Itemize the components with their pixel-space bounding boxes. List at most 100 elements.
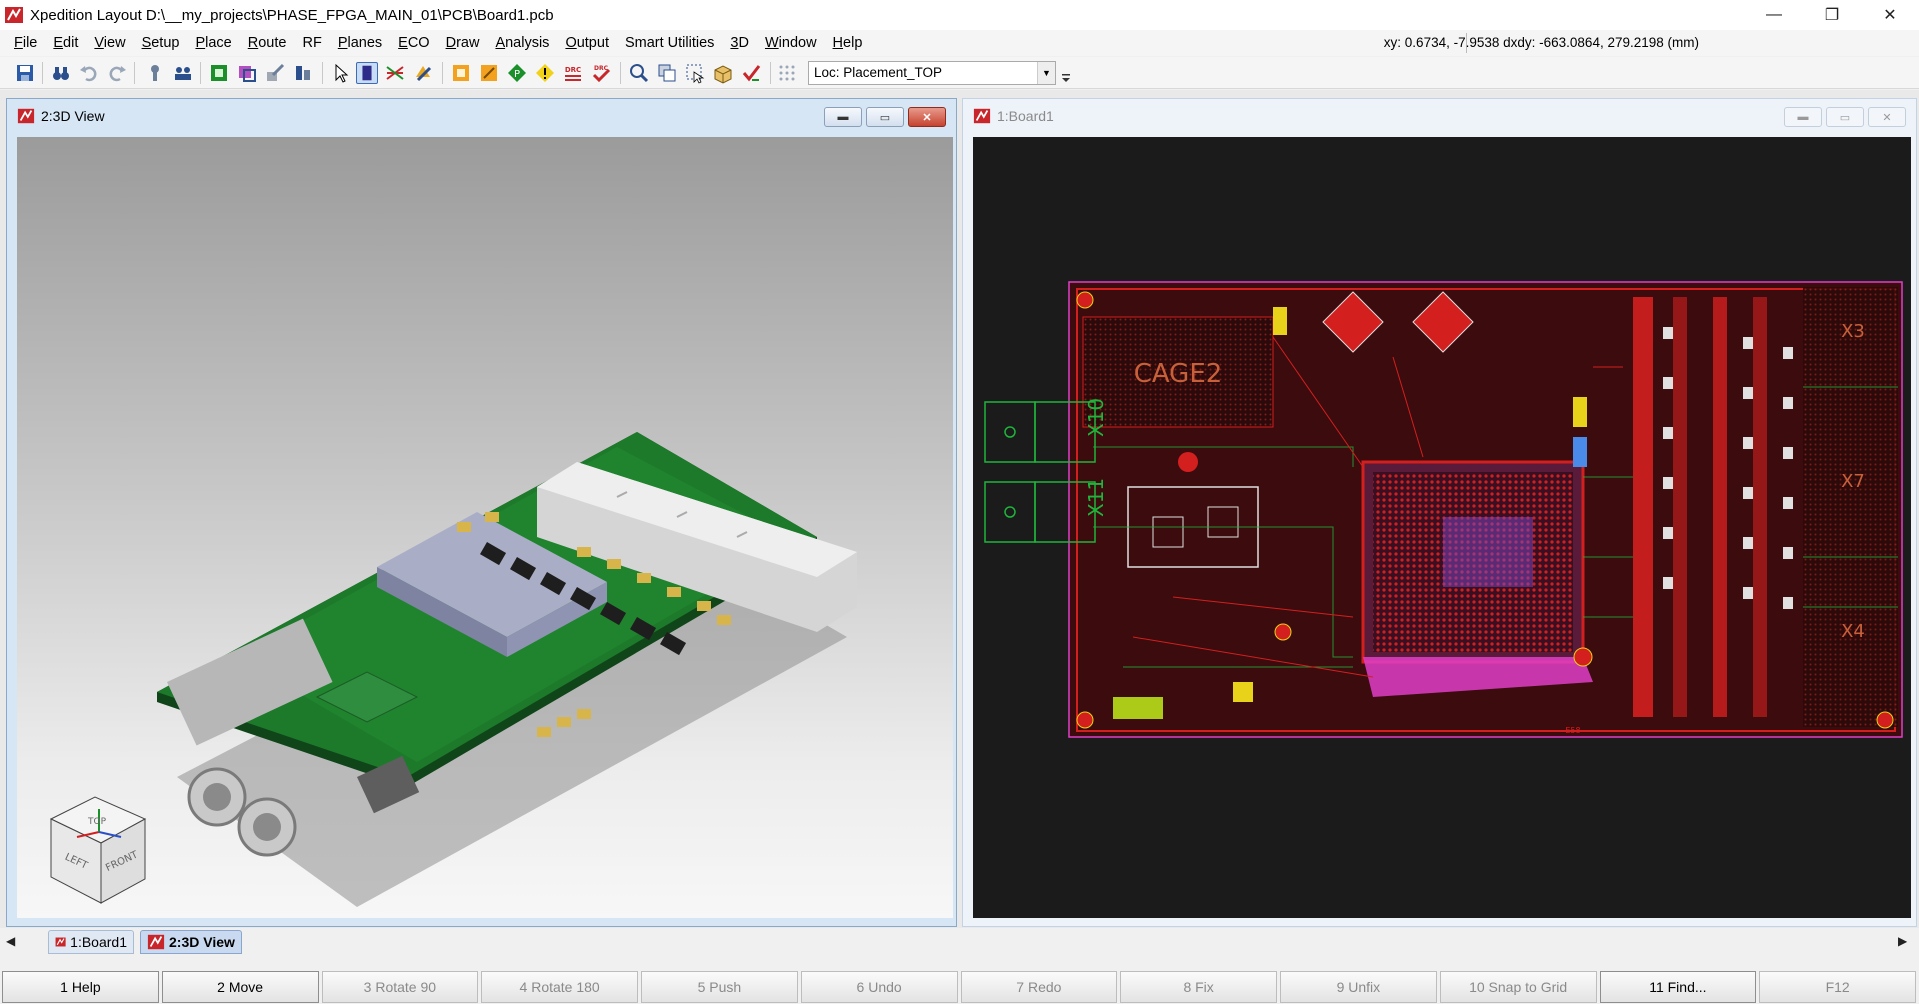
diamond-green-icon[interactable]: P [506, 62, 528, 84]
fkey-rotate90-button[interactable]: 3 Rotate 90 [321, 971, 479, 1003]
x4-label: X4 [1841, 621, 1865, 642]
x10-label: X10 [1084, 398, 1108, 437]
tabs-scroll-right-icon[interactable]: ▶ [1898, 934, 1907, 948]
toolbar-overflow-icon[interactable] [1060, 62, 1072, 84]
save-icon[interactable] [14, 62, 36, 84]
fkey-push-button[interactable]: 5 Push [641, 971, 798, 1003]
view3d-minimize-button[interactable]: ▬ [824, 107, 862, 127]
fkey-snap-to-grid-button[interactable]: 10 Snap to Grid [1439, 971, 1597, 1003]
cube-top-label: TOP [87, 817, 107, 827]
e58-label: E58 [1565, 726, 1580, 735]
fkey-find-button[interactable]: 11 Find... [1599, 971, 1757, 1003]
display-control-icon[interactable] [208, 62, 230, 84]
fkey-redo-button[interactable]: 7 Redo [960, 971, 1118, 1003]
window-app-icon [17, 108, 35, 124]
fkey-rotate180-button[interactable]: 4 Rotate 180 [481, 971, 638, 1003]
menu-planes[interactable]: Planes [330, 30, 390, 56]
minimize-button[interactable]: — [1745, 0, 1803, 30]
x7-label: X7 [1841, 471, 1865, 492]
undo-icon[interactable] [78, 62, 100, 84]
select-area-icon[interactable] [684, 62, 706, 84]
svg-text:DRC: DRC [565, 66, 581, 74]
tabs-scroll-left-icon[interactable]: ◀ [6, 934, 15, 948]
warning-icon[interactable] [534, 62, 556, 84]
menu-window[interactable]: Window [757, 30, 825, 56]
drc-icon[interactable]: DRC [562, 62, 584, 84]
copy-view-icon[interactable] [656, 62, 678, 84]
menu-edit[interactable]: Edit [45, 30, 86, 56]
menu-output[interactable]: Output [557, 30, 617, 56]
menu-analysis[interactable]: Analysis [487, 30, 557, 56]
select-arrow-icon[interactable] [330, 62, 352, 84]
placement-outline-icon[interactable] [450, 62, 472, 84]
fkey-fix-button[interactable]: 8 Fix [1120, 971, 1277, 1003]
window-title: Xpedition Layout D:\__my_projects\PHASE_… [30, 6, 554, 24]
cage-label: CAGE2 [1134, 359, 1223, 389]
menu-eco[interactable]: ECO [390, 30, 437, 56]
menu-rf[interactable]: RF [294, 30, 329, 56]
editor-icon[interactable] [264, 62, 286, 84]
binoculars-icon[interactable] [50, 62, 72, 84]
tab-board1[interactable]: 1:Board1 [48, 930, 134, 954]
parts-icon[interactable] [292, 62, 314, 84]
menu-3d[interactable]: 3D [722, 30, 757, 56]
draw-mode-icon[interactable] [412, 62, 434, 84]
tab-label: 1:Board1 [70, 934, 127, 950]
route-mode-icon[interactable] [384, 62, 406, 84]
menu-file[interactable]: File [6, 30, 45, 56]
location-select-value: Loc: Placement_TOP [814, 65, 943, 80]
menu-smart-utilities[interactable]: Smart Utilities [617, 30, 722, 56]
drc-check-icon[interactable]: DRC [590, 62, 612, 84]
properties-icon[interactable] [236, 62, 258, 84]
location-select[interactable]: Loc: Placement_TOP ▼ [808, 61, 1056, 85]
mdi-workspace: 2:3D View ▬ ▭ ✕ TOP LEFT FRONT 1:Board1 … [0, 90, 1919, 928]
window-app-icon [973, 108, 991, 124]
chevron-down-icon[interactable]: ▼ [1037, 62, 1055, 84]
document-tabs: ◀ 1:Board1 2:3D View ▶ [0, 928, 1919, 956]
svg-text:P: P [514, 69, 520, 80]
pcb-layout-render: CAGE2 X10 X11 X3 X7 X4 E58 [984, 281, 1903, 738]
tab-label: 2:3D View [169, 934, 235, 950]
fkey-help-button[interactable]: 1 Help [2, 971, 159, 1003]
fkey-undo-button[interactable]: 6 Undo [800, 971, 958, 1003]
board-caption[interactable]: 1:Board1 ▬ ▭ ✕ [963, 99, 1916, 133]
view3d-canvas[interactable]: TOP LEFT FRONT [17, 137, 953, 918]
redo-icon[interactable] [106, 62, 128, 84]
title-bar: Xpedition Layout D:\__my_projects\PHASE_… [0, 0, 1919, 30]
view3d-caption[interactable]: 2:3D View ▬ ▭ ✕ [7, 99, 956, 133]
menu-help[interactable]: Help [825, 30, 871, 56]
board-maximize-button[interactable]: ▭ [1826, 107, 1864, 127]
package-icon[interactable] [712, 62, 734, 84]
place-mode-icon[interactable] [356, 62, 378, 84]
board-close-button[interactable]: ✕ [1868, 107, 1906, 127]
view3d-window[interactable]: 2:3D View ▬ ▭ ✕ TOP LEFT FRONT [6, 98, 957, 927]
net-highlight-icon[interactable] [144, 62, 166, 84]
edit-outline-icon[interactable] [478, 62, 500, 84]
view3d-maximize-button[interactable]: ▭ [866, 107, 904, 127]
fkey-move-button[interactable]: 2 Move [161, 971, 319, 1003]
zoom-icon[interactable] [628, 62, 650, 84]
restore-button[interactable]: ❐ [1803, 0, 1861, 30]
function-key-bar: 1 Help 2 Move 3 Rotate 90 4 Rotate 180 5… [0, 971, 1919, 1004]
menu-draw[interactable]: Draw [438, 30, 488, 56]
view3d-close-button[interactable]: ✕ [908, 107, 946, 127]
fkey-unfix-button[interactable]: 9 Unfix [1280, 971, 1437, 1003]
menu-view[interactable]: View [86, 30, 133, 56]
grid-icon[interactable] [776, 62, 798, 84]
group-icon[interactable] [172, 62, 194, 84]
tab-3d-view[interactable]: 2:3D View [140, 930, 242, 954]
board-minimize-button[interactable]: ▬ [1784, 107, 1822, 127]
menu-place[interactable]: Place [187, 30, 239, 56]
fkey-f12-button[interactable]: F12 [1759, 971, 1916, 1003]
board-title: 1:Board1 [997, 108, 1054, 124]
menu-setup[interactable]: Setup [134, 30, 188, 56]
menu-route[interactable]: Route [240, 30, 295, 56]
close-button[interactable]: ✕ [1861, 0, 1919, 30]
orientation-cube: TOP LEFT FRONT [49, 796, 147, 904]
menu-bar: File Edit View Setup Place Route RF Plan… [0, 30, 1919, 56]
x3-label: X3 [1841, 321, 1865, 342]
board-window[interactable]: 1:Board1 ▬ ▭ ✕ CAGE2 X10 X11 X3 X7 X4 E5… [962, 98, 1917, 927]
3d-tab-icon [147, 934, 165, 950]
board-layout-canvas[interactable]: CAGE2 X10 X11 X3 X7 X4 E58 [973, 137, 1911, 918]
verify-icon[interactable] [740, 62, 762, 84]
